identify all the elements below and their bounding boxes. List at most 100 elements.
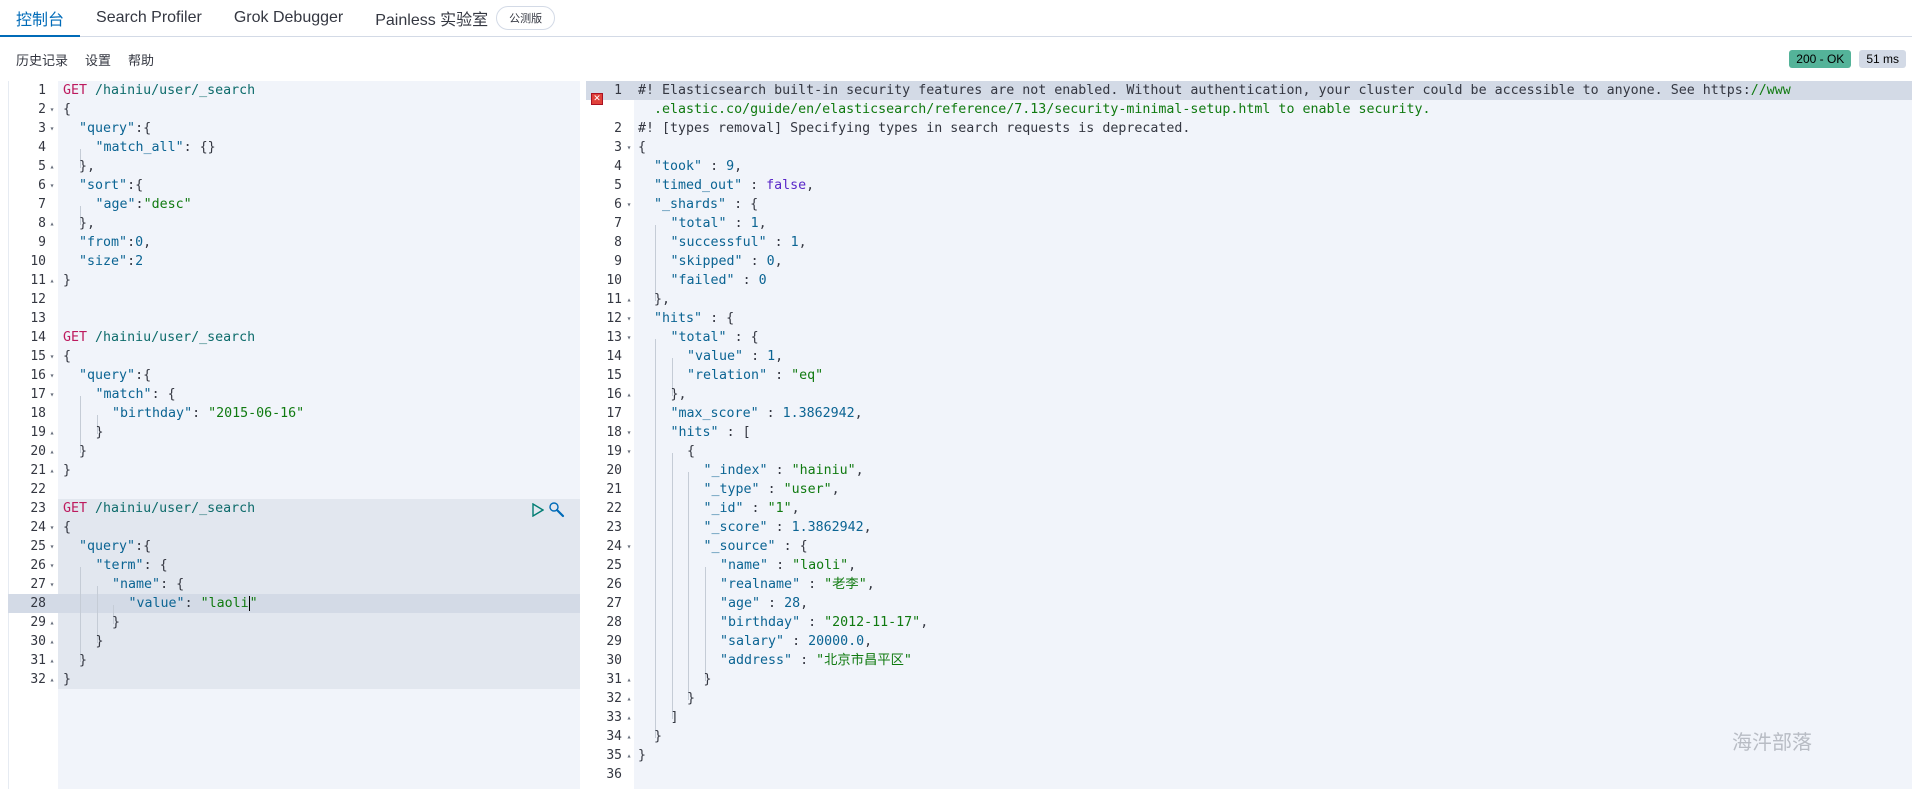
request-editor[interactable]: 1 GET /hainiu/user/_search 2 ▾{3 ▾ "query":{…: [8, 81, 580, 789]
fold-close-icon[interactable]: ▴: [47, 214, 57, 233]
fold-close-icon[interactable]: ▴: [624, 708, 634, 727]
fold-open-icon[interactable]: ▾: [47, 119, 57, 138]
line-number: 6: [38, 178, 46, 193]
fold-close-icon[interactable]: ▴: [47, 423, 57, 442]
code-line: 22 "_id" : "1",: [586, 499, 1912, 529]
fold-open-icon[interactable]: ▾: [624, 537, 634, 556]
code-line-wrap: .elastic.co/guide/en/elasticsearch/refer…: [586, 100, 1912, 119]
code-text: }: [79, 425, 104, 453]
settings-link[interactable]: 设置: [85, 50, 111, 69]
watermark: 海汼部落: [1732, 730, 1812, 754]
code-line: 32 ▴ }: [586, 689, 1912, 719]
line-number: 6: [614, 197, 622, 212]
code-text: "_id" : "1",: [654, 501, 800, 529]
line-number: 36: [606, 767, 622, 782]
fold-open-icon[interactable]: ▾: [47, 100, 57, 119]
fold-close-icon[interactable]: ▴: [47, 442, 57, 461]
code-line: 27 "age" : 28,: [586, 594, 1912, 624]
fold-close-icon[interactable]: ▴: [624, 689, 634, 708]
line-number: 25: [30, 539, 46, 554]
tab-grok-debugger[interactable]: Grok Debugger: [218, 0, 359, 36]
fold-close-icon[interactable]: ▴: [47, 670, 57, 689]
code-line: 12 ▾ "hits" : {: [586, 309, 1912, 328]
line-number: 11: [30, 273, 46, 288]
fold-open-icon[interactable]: ▾: [624, 442, 634, 461]
code-text: "total" : 1,: [654, 216, 767, 244]
line-number: 29: [606, 634, 622, 649]
line-number: 33: [606, 710, 622, 725]
tab-console[interactable]: 控制台: [0, 0, 81, 37]
code-line: 23 GET /hainiu/user/_search: [8, 499, 580, 518]
fold-open-icon[interactable]: ▾: [47, 385, 57, 404]
line-number: 17: [30, 387, 46, 402]
fold-open-icon[interactable]: ▾: [624, 309, 634, 328]
tab-search-profiler[interactable]: Search Profiler: [80, 0, 218, 36]
fold-open-icon[interactable]: ▾: [47, 176, 57, 195]
fold-open-icon[interactable]: ▾: [47, 575, 57, 594]
line-number: 30: [30, 634, 46, 649]
response-status: 200 - OK 51 ms: [1789, 50, 1906, 68]
help-link[interactable]: 帮助: [128, 50, 154, 69]
fold-close-icon[interactable]: ▴: [47, 271, 57, 290]
beta-badge: 公测版: [496, 6, 556, 30]
code-line: 28 "value": "laoli": [8, 594, 580, 624]
code-text: "name": {: [79, 577, 185, 605]
line-number: 2: [38, 102, 46, 117]
history-link[interactable]: 历史记录: [16, 50, 68, 69]
code-line: 20 ▴ }: [8, 442, 580, 461]
fold-close-icon[interactable]: ▴: [624, 727, 634, 746]
line-number: 5: [38, 159, 46, 174]
line-number: 25: [606, 558, 622, 573]
code-text: #! Elasticsearch built-in security featu…: [638, 83, 1791, 98]
code-line: 13 ▾ "total" : {: [586, 328, 1912, 358]
console-menu: 历史记录 设置 帮助 200 - OK 51 ms: [0, 37, 1912, 81]
fold-open-icon[interactable]: ▾: [624, 138, 634, 157]
code-line: 10 "size":2: [8, 252, 580, 271]
line-number: 11: [606, 292, 622, 307]
line-number: 15: [606, 368, 622, 383]
code-line: 16 ▾ "query":{: [8, 366, 580, 385]
line-number: 12: [606, 311, 622, 326]
fold-close-icon[interactable]: ▴: [47, 461, 57, 480]
fold-open-icon[interactable]: ▾: [47, 537, 57, 556]
fold-open-icon[interactable]: ▾: [47, 518, 57, 537]
line-number: 24: [30, 520, 46, 535]
code-line: 19 ▾ {: [586, 442, 1912, 472]
fold-close-icon[interactable]: ▴: [624, 670, 634, 689]
code-text: "skipped" : 0,: [654, 254, 783, 282]
fold-open-icon[interactable]: ▾: [624, 195, 634, 214]
code-line: 12: [8, 290, 580, 309]
code-line: 22: [8, 480, 580, 499]
code-text: "relation" : "eq": [654, 368, 824, 396]
fold-close-icon[interactable]: ▴: [624, 746, 634, 765]
fold-close-icon[interactable]: ▴: [47, 157, 57, 176]
code-text: ]: [654, 710, 679, 738]
line-number: 18: [30, 406, 46, 421]
line-number: 27: [606, 596, 622, 611]
fold-open-icon[interactable]: ▾: [624, 423, 634, 442]
fold-open-icon[interactable]: ▾: [624, 328, 634, 347]
fold-open-icon[interactable]: ▾: [47, 347, 57, 366]
fold-open-icon[interactable]: ▾: [47, 556, 57, 575]
code-text: GET /hainiu/user/_search: [63, 501, 256, 516]
code-text: "hits" : {: [654, 311, 735, 326]
code-text: "size":2: [79, 254, 144, 269]
fold-close-icon[interactable]: ▴: [47, 632, 57, 651]
fold-close-icon[interactable]: ▴: [47, 613, 57, 632]
line-number: 7: [614, 216, 622, 231]
fold-close-icon[interactable]: ▴: [624, 290, 634, 309]
code-line: 35 ▴}: [586, 746, 1912, 765]
tab-painless-lab[interactable]: Painless 实验室 公测版: [359, 0, 571, 36]
line-number: 19: [30, 425, 46, 440]
fold-close-icon[interactable]: ▴: [47, 651, 57, 670]
line-number: 15: [30, 349, 46, 364]
fold-open-icon[interactable]: ▾: [47, 366, 57, 385]
code-text: }: [63, 463, 72, 478]
app-tabs: 控制台 Search Profiler Grok Debugger Painle…: [0, 0, 1912, 37]
line-number: 23: [30, 501, 46, 516]
fold-close-icon[interactable]: ▴: [624, 385, 634, 404]
line-number: 8: [38, 216, 46, 231]
code-line: 6 ▾ "sort":{: [8, 176, 580, 195]
line-number: 24: [606, 539, 622, 554]
code-line: 15 ▾ {: [8, 347, 580, 366]
